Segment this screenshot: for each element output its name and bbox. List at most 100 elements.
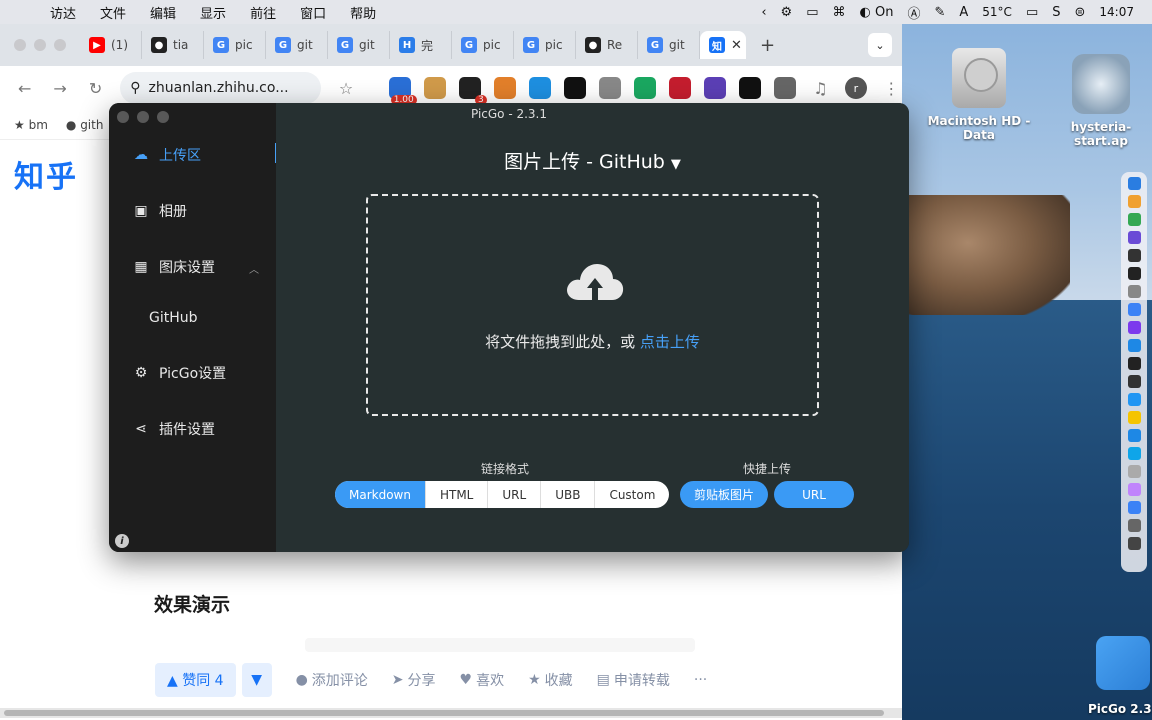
menu-window[interactable]: 窗口	[288, 3, 338, 22]
chevron-up-icon[interactable]: ︿	[249, 261, 259, 276]
zhihu-logo[interactable]: 知乎	[14, 152, 78, 196]
menu-view[interactable]: 显示	[188, 3, 238, 22]
tab-active-zhihu[interactable]: 知 ✕	[700, 31, 746, 59]
vote-down-button[interactable]: ▼	[241, 663, 272, 697]
sidebar-item-upload[interactable]: ☁ 上传区	[133, 145, 201, 165]
tab[interactable]: ● Re	[576, 31, 638, 59]
bookmark-star-icon[interactable]: ☆	[335, 79, 356, 98]
desktop-icon-macintosh-hd[interactable]: Macintosh HD - Data	[924, 48, 1034, 142]
menu-edit[interactable]: 编辑	[138, 3, 188, 22]
new-tab-button[interactable]: +	[760, 35, 775, 56]
bookmark-github[interactable]: ● gith	[66, 118, 104, 132]
close-icon[interactable]: ✕	[731, 38, 742, 53]
gear-icon[interactable]: ⚙	[781, 5, 793, 20]
dock-app-icon[interactable]	[1127, 357, 1141, 370]
puzzle-extension-icon[interactable]	[773, 77, 796, 99]
menu-finder[interactable]: 访达	[38, 3, 88, 22]
clock[interactable]: 14:07	[1099, 5, 1134, 19]
action-repost[interactable]: ▤ 申请转载	[597, 670, 670, 690]
dock-app-icon[interactable]	[1127, 213, 1141, 226]
media-icon[interactable]: ♫	[810, 79, 831, 98]
chat-extension-icon[interactable]: 3	[458, 77, 487, 105]
zoom-window-button[interactable]	[54, 39, 66, 51]
dock-app-icon[interactable]	[1127, 483, 1141, 496]
caret-down-icon[interactable]: ▼	[671, 157, 681, 172]
tab[interactable]: Ggit	[328, 31, 390, 59]
tab-search-button[interactable]: ⌄	[868, 33, 892, 57]
input-source-icon[interactable]: A	[959, 5, 968, 20]
format-custom-button[interactable]: Custom	[595, 481, 669, 508]
s-icon[interactable]: S	[1052, 5, 1060, 20]
command-icon[interactable]: ⌘	[832, 5, 845, 20]
format-ubb-button[interactable]: UBB	[541, 481, 596, 508]
tab[interactable]: Gpic	[514, 31, 576, 59]
bug-extension-icon[interactable]	[598, 77, 621, 99]
action-star[interactable]: ★ 收藏	[528, 670, 573, 690]
chevron-left-icon[interactable]: ‹	[761, 5, 766, 20]
dock-app-icon[interactable]	[1127, 177, 1141, 190]
tab[interactable]: ▶ (1)	[80, 31, 142, 59]
dock-app-icon[interactable]	[1127, 501, 1141, 514]
dock-app-icon[interactable]	[1127, 429, 1141, 442]
sidebar-item-github[interactable]: GitHub	[149, 310, 198, 326]
dock-app-icon[interactable]	[1127, 249, 1141, 262]
horizontal-scrollbar[interactable]	[0, 708, 902, 718]
chart-extension-icon[interactable]: 1.00	[388, 77, 417, 105]
dock-app-icon[interactable]	[1127, 321, 1141, 334]
dock-app-icon[interactable]	[1127, 195, 1141, 208]
dock-app-icon[interactable]	[1127, 285, 1141, 298]
close-window-button[interactable]	[117, 111, 129, 123]
dock-app-icon[interactable]	[1127, 393, 1141, 406]
edit-icon[interactable]: ✎	[934, 5, 945, 20]
upload-title[interactable]: 图片上传 - GitHub ▼	[276, 147, 909, 174]
menu-help[interactable]: 帮助	[338, 3, 388, 22]
site-info-icon[interactable]: ⚲	[130, 80, 140, 96]
cookie-extension-icon[interactable]	[423, 77, 446, 99]
desktop-icon-hysteria[interactable]: hysteria-start.ap	[1046, 54, 1152, 148]
minimize-window-button[interactable]	[34, 39, 46, 51]
format-url-button[interactable]: URL	[488, 481, 542, 508]
action-comment[interactable]: ● 添加评论	[296, 670, 368, 690]
sidebar-item-picbed-settings[interactable]: ▦ 图床设置	[133, 257, 215, 277]
menu-file[interactable]: 文件	[88, 3, 138, 22]
tab[interactable]: Ggit	[638, 31, 700, 59]
control-center-icon[interactable]: ⊜	[1075, 5, 1086, 20]
zoom-window-button[interactable]	[157, 111, 169, 123]
menu-kebab-icon[interactable]: ⋮	[881, 79, 902, 98]
translate-icon[interactable]: Ⓐ	[907, 3, 920, 22]
sidebar-item-picgo-settings[interactable]: ⚙ PicGo设置	[133, 363, 226, 383]
sidebar-item-plugin-settings[interactable]: ⋖ 插件设置	[133, 419, 215, 439]
sidebar-item-gallery[interactable]: ▣ 相册	[133, 201, 187, 221]
focus-icon[interactable]: ◐ On	[859, 5, 893, 20]
dock-app-icon[interactable]	[1127, 375, 1141, 388]
bookmark-extension-icon[interactable]	[633, 77, 656, 99]
tab[interactable]: Gpic	[452, 31, 514, 59]
address-bar[interactable]: ⚲ zhuanlan.zhihu.co...	[120, 72, 322, 104]
scrollbar-thumb[interactable]	[4, 710, 884, 716]
back-button[interactable]: ←	[14, 79, 35, 98]
dock-app-icon[interactable]	[1127, 411, 1141, 424]
picgo-dock-icon[interactable]	[1096, 636, 1150, 690]
translate-extension-icon[interactable]	[668, 77, 691, 99]
reload-button[interactable]: ↻	[85, 79, 106, 98]
box-extension-icon[interactable]	[563, 77, 586, 99]
bookmark-bm[interactable]: ★ bm	[14, 118, 48, 132]
kt-extension-icon[interactable]	[528, 77, 551, 99]
dock-app-icon[interactable]	[1127, 519, 1141, 532]
more-button[interactable]: ···	[694, 672, 707, 688]
click-upload-link[interactable]: 点击上传	[640, 333, 700, 351]
dock-app-icon[interactable]	[1127, 447, 1141, 460]
battery-icon[interactable]: ▭	[1026, 5, 1038, 20]
dock-app-icon[interactable]	[1127, 267, 1141, 280]
globe-extension-icon[interactable]	[493, 77, 516, 99]
clipboard-upload-button[interactable]: 剪贴板图片	[680, 481, 768, 508]
info-icon[interactable]: i	[115, 534, 129, 548]
menu-go[interactable]: 前往	[238, 3, 288, 22]
dock-app-icon[interactable]	[1127, 303, 1141, 316]
drop-zone[interactable]: 将文件拖拽到此处，或 点击上传	[366, 194, 819, 416]
close-window-button[interactable]	[14, 39, 26, 51]
action-share[interactable]: ➤ 分享	[392, 670, 436, 690]
tab[interactable]: ● tia	[142, 31, 204, 59]
dock-app-icon[interactable]	[1127, 231, 1141, 244]
url-upload-button[interactable]: URL	[774, 481, 854, 508]
